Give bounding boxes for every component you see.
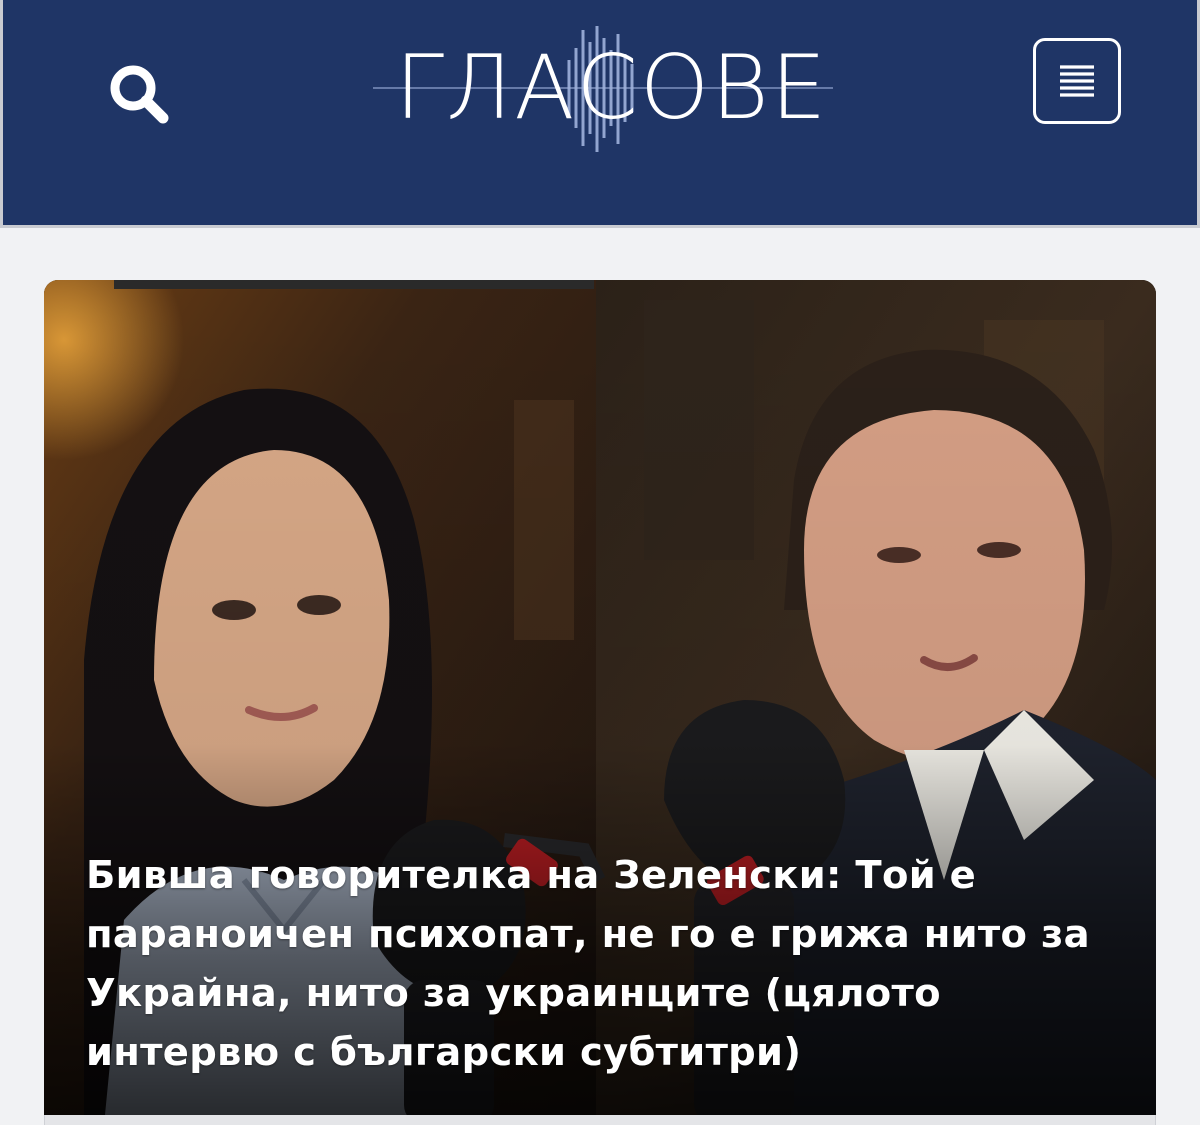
- site-header: ГЛАСОВЕ: [0, 0, 1200, 228]
- search-button[interactable]: [103, 58, 175, 130]
- search-icon: [110, 65, 169, 124]
- main-content: Бивша говорителка на Зеленски: Той е пар…: [0, 228, 1200, 1125]
- hamburger-menu-icon: [1060, 65, 1094, 97]
- featured-article-card[interactable]: Бивша говорителка на Зеленски: Той е пар…: [44, 280, 1156, 1125]
- logo-text: ГЛАСОВЕ: [395, 36, 829, 139]
- card-footer-strip: [44, 1115, 1156, 1125]
- article-headline[interactable]: Бивша говорителка на Зеленски: Той е пар…: [86, 846, 1106, 1082]
- menu-button[interactable]: [1033, 38, 1121, 124]
- site-logo[interactable]: ГЛАСОВЕ: [373, 20, 833, 160]
